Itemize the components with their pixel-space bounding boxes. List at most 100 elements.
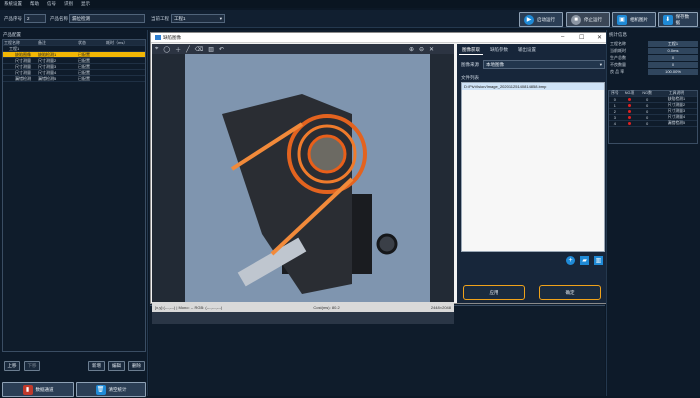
project-select-value: 工程1 bbox=[174, 16, 186, 21]
cell-count: 0 bbox=[646, 121, 649, 126]
col-header-note: 备注 bbox=[38, 39, 46, 45]
stop-run-label: 停止运行 bbox=[584, 16, 602, 22]
stat-value: 工程1 bbox=[648, 40, 698, 47]
product-name-label: 产品名称 bbox=[50, 16, 68, 21]
stat-key: 工程名称 bbox=[610, 40, 626, 46]
close-icon[interactable]: ✕ bbox=[597, 34, 602, 41]
app-icon bbox=[155, 35, 161, 40]
project-label: 当前工程 bbox=[151, 16, 169, 21]
cell-desc: 漏错检测5 bbox=[667, 121, 686, 125]
cost-value: 80.2 bbox=[331, 304, 340, 310]
clear-stats-label: 清空统计 bbox=[108, 386, 127, 392]
pan-icon[interactable]: ◯ bbox=[163, 46, 170, 53]
start-run-button[interactable]: ▶ 启动运行 bbox=[519, 12, 563, 27]
apply-button[interactable]: 应用 bbox=[463, 285, 525, 300]
minimize-icon[interactable]: – bbox=[561, 34, 564, 40]
cell-desc: 尺寸测量4 bbox=[667, 115, 686, 119]
save-icon: ⬇ bbox=[663, 14, 673, 25]
stat-row-time: 当前耗时 0.0ms bbox=[608, 47, 698, 54]
stat-key: 当前耗时 bbox=[610, 47, 626, 53]
eraser-icon[interactable]: ⌫ bbox=[195, 46, 203, 53]
file-list-item[interactable]: D:/PivVision/Image_20201125140814858.bmp bbox=[462, 83, 604, 90]
tab-acquire[interactable]: 图像获取 bbox=[459, 46, 483, 55]
stats-summary: 工程名称 工程1 当前耗时 0.0ms 生产总数 0 不良数量 0 良 品 率 100.0… bbox=[608, 40, 698, 75]
delete-button[interactable]: 删除 bbox=[128, 361, 145, 371]
stat-row-project: 工程名称 工程1 bbox=[608, 40, 698, 47]
stat-row-ng: 不良数量 0 bbox=[608, 61, 698, 68]
delete-file-icon[interactable]: ▥ bbox=[594, 256, 603, 265]
save-data-button[interactable]: ⬇ 保存数据 bbox=[658, 12, 698, 27]
stat-row-total: 生产总数 0 bbox=[608, 54, 698, 61]
cost-label: Cost(ms): bbox=[313, 304, 331, 310]
chevron-down-icon: ▾ bbox=[219, 16, 222, 21]
col-header-ng: NG项 bbox=[624, 91, 635, 95]
cell-desc: 尺寸测量3 bbox=[667, 109, 686, 113]
source-select-value: 本地图像 bbox=[486, 62, 504, 67]
trash-icon: 🗑 bbox=[95, 384, 106, 395]
cell-status: 已配置 bbox=[78, 75, 90, 81]
cell-name: 漏错检测 bbox=[15, 75, 31, 81]
stop-run-button[interactable]: ■ 停止运行 bbox=[566, 12, 610, 27]
ng-status-icon bbox=[621, 121, 639, 126]
crosshair-icon[interactable]: ＋ bbox=[175, 45, 181, 54]
move-up-button[interactable]: 上移 bbox=[4, 361, 20, 371]
pixel-info: [x,y]:(---,---) | Mono: -- RGB: (---,---… bbox=[155, 304, 223, 310]
pointer-icon[interactable]: ⌖ bbox=[155, 46, 158, 53]
cell-count: 0 bbox=[646, 115, 649, 120]
cost-info: Cost(ms): 80.2 bbox=[313, 305, 339, 310]
stop-icon: ■ bbox=[571, 14, 581, 25]
ng-table: 序号 NG项 NG数 工具说明 0 0 缺陷检测1 1 0 尺寸测量2 2 0 … bbox=[608, 90, 698, 144]
ng-status-icon bbox=[621, 109, 639, 114]
stat-value: 100.00% bbox=[648, 68, 698, 75]
add-button[interactable]: 新增 bbox=[88, 361, 105, 371]
menu-item-display[interactable]: 显示 bbox=[81, 1, 90, 7]
product-name-input[interactable]: 漏位检测 bbox=[69, 14, 145, 23]
fit-icon[interactable]: ✕ bbox=[429, 46, 434, 53]
defect-image-dialog: 缺陷图像 – ☐ ✕ ⌖ ◯ ＋ ╱ ⌫ ▥ ↶ ⊕ ⊖ ✕ [x,y]:(--… bbox=[150, 32, 610, 324]
menu-item-recognize[interactable]: 识别 bbox=[64, 1, 73, 7]
trash-icon[interactable]: ▥ bbox=[208, 46, 214, 53]
menu-item-signal[interactable]: 信号 bbox=[47, 1, 56, 7]
source-label: 图像来源 bbox=[461, 61, 479, 67]
tab-output-settings[interactable]: 输出设置 bbox=[515, 46, 539, 55]
data-channel-button[interactable]: ▮ 数据通道 bbox=[2, 382, 74, 397]
zoom-out-icon[interactable]: ⊖ bbox=[419, 46, 424, 53]
folder-icon[interactable]: ▰ bbox=[580, 256, 589, 265]
product-config-title: 产品配置 bbox=[3, 32, 21, 37]
settings-tabs: 图像获取 缺陷参数 输出设置 bbox=[457, 44, 609, 57]
project-select[interactable]: 工程1 ▾ bbox=[171, 14, 225, 23]
menu-bar: 系统设置 帮助 信号 识别 显示 bbox=[0, 0, 700, 8]
dialog-titlebar: 缺陷图像 bbox=[151, 33, 609, 43]
stat-value: 0.0ms bbox=[648, 47, 698, 54]
line-tool-icon[interactable]: ╱ bbox=[186, 46, 190, 53]
menu-item-system[interactable]: 系统设置 bbox=[4, 1, 22, 7]
edit-button[interactable]: 编辑 bbox=[108, 361, 125, 371]
save-data-label: 保存数据 bbox=[675, 13, 690, 25]
cell-desc: 缺陷检测1 bbox=[667, 97, 686, 101]
cell-no: 0 bbox=[613, 97, 616, 102]
menu-item-help[interactable]: 帮助 bbox=[30, 1, 39, 7]
zoom-in-icon[interactable]: ⊕ bbox=[409, 46, 414, 53]
stat-row-yield: 良 品 率 100.00% bbox=[608, 68, 698, 75]
table-row[interactable]: 漏错检测 漏错检测5 已配置 bbox=[3, 76, 145, 82]
product-no-input[interactable]: 2 bbox=[24, 14, 46, 23]
project-table: 工程名称 备注 状态 耗时（ms） 工程1 缺陷图像 缺陷检测1 已配置 尺寸测… bbox=[2, 39, 146, 352]
image-view[interactable]: ⌖ ◯ ＋ ╱ ⌫ ▥ ↶ ⊕ ⊖ ✕ [x,y]:(---,---) | Mo… bbox=[152, 44, 454, 324]
source-select[interactable]: 本地图像 ▾ bbox=[483, 60, 605, 69]
camera-image bbox=[152, 54, 454, 302]
clear-stats-button[interactable]: 🗑 清空统计 bbox=[76, 382, 146, 397]
tab-defect-params[interactable]: 缺陷参数 bbox=[487, 46, 511, 55]
file-actions: + ▰ ▥ bbox=[457, 252, 609, 269]
col-header-desc: 工具说明 bbox=[668, 91, 685, 95]
stat-key: 不良数量 bbox=[610, 61, 626, 67]
data-channel-label: 数据通道 bbox=[35, 386, 54, 392]
col-header-time: 耗时（ms） bbox=[106, 39, 128, 45]
ok-button[interactable]: 确定 bbox=[539, 285, 601, 300]
camera-gallery-button[interactable]: ▣ 相机图片 bbox=[612, 12, 656, 27]
file-list[interactable]: D:/PivVision/Image_20201125140814858.bmp bbox=[461, 82, 605, 252]
undo-icon[interactable]: ↶ bbox=[219, 46, 224, 53]
maximize-icon[interactable]: ☐ bbox=[579, 34, 584, 41]
add-file-icon[interactable]: + bbox=[566, 256, 575, 265]
image-statusbar: [x,y]:(---,---) | Mono: -- RGB: (---,---… bbox=[152, 302, 454, 312]
move-down-button[interactable]: 下移 bbox=[24, 361, 40, 371]
